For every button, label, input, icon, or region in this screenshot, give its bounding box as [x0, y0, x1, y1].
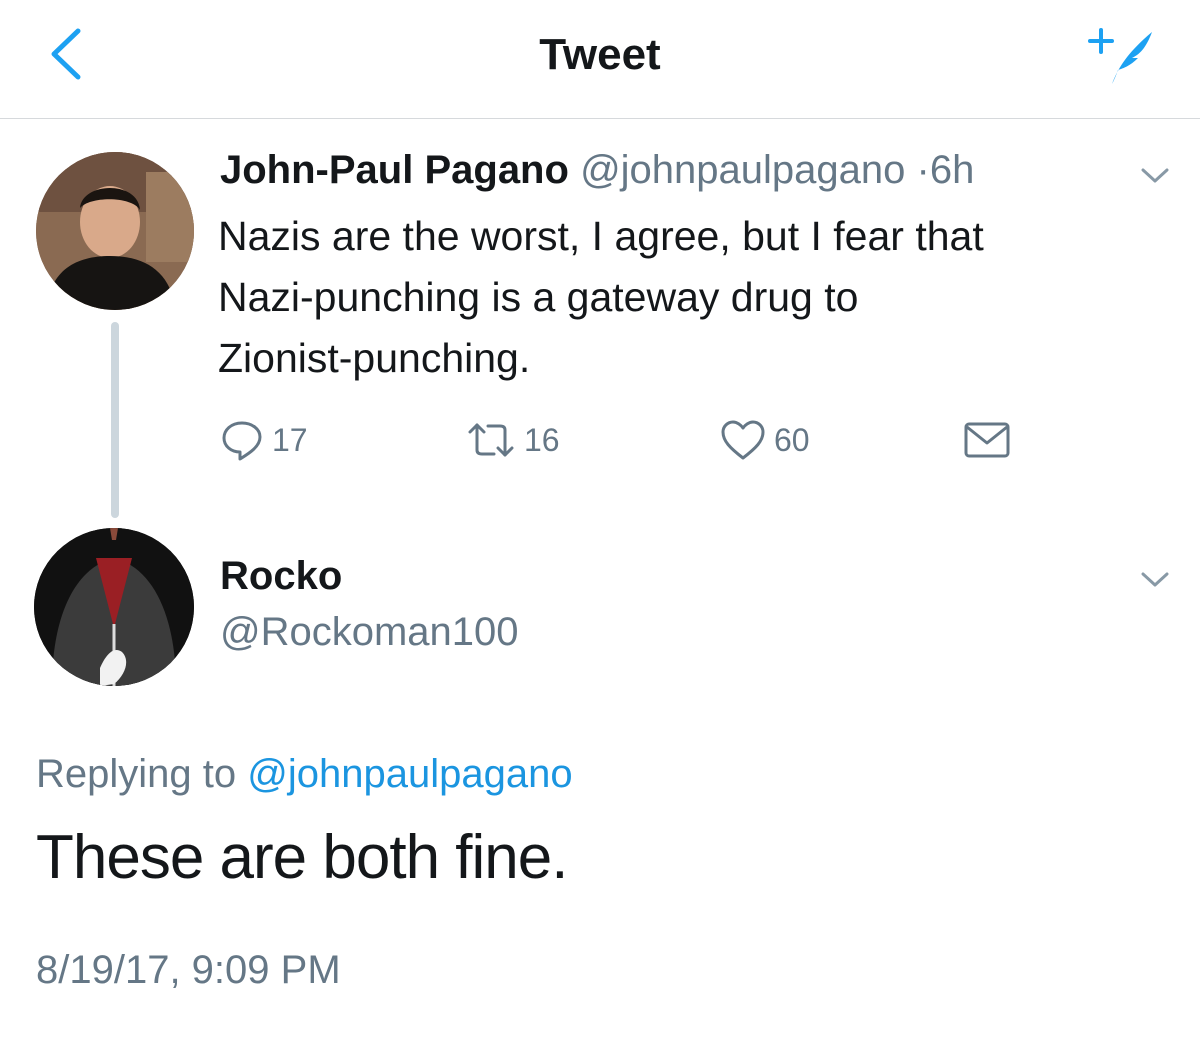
profile-photo: [34, 528, 194, 686]
retweet-button[interactable]: 16: [466, 416, 560, 464]
separator-dot: ·: [916, 148, 930, 192]
author-name[interactable]: John-Paul Pagano: [220, 148, 569, 192]
replying-to-line: Replying to @johnpaulpagano: [36, 752, 573, 797]
tweet-text-line: Zionist-punching.: [218, 335, 531, 381]
tweet-text-line: Nazis are the worst, I agree, but I fear…: [218, 213, 984, 259]
nav-bar: Tweet: [0, 0, 1200, 119]
like-count: 60: [774, 421, 810, 458]
replying-to-mention-link[interactable]: @johnpaulpagano: [247, 752, 572, 796]
avatar-john-paul-pagano[interactable]: [36, 152, 194, 310]
tweet-text: Nazis are the worst, I agree, but I fear…: [218, 206, 1178, 389]
tweet-timestamp: 8/19/17, 9:09 PM: [36, 948, 341, 992]
profile-photo: [36, 152, 194, 310]
tweet-text-line: Nazi-punching is a gateway drug to: [218, 274, 859, 320]
chevron-down-icon: [1141, 572, 1169, 587]
direct-message-button[interactable]: [962, 416, 1012, 464]
tweet-actions: 17 16 60: [0, 416, 1200, 466]
envelope-icon: [964, 422, 1010, 458]
tweet-header: John-Paul Pagano @johnpaulpagano ·6h: [220, 148, 974, 193]
reply-options-button[interactable]: [1140, 570, 1170, 590]
chevron-down-icon: [1141, 168, 1169, 183]
tweet-time-ago: 6h: [929, 148, 975, 192]
compose-button[interactable]: [1088, 24, 1158, 90]
heart-icon: [721, 420, 765, 460]
retweet-count: 16: [524, 421, 560, 458]
reply-tweet-text: These are both fine.: [36, 823, 568, 892]
reply-count: 17: [272, 421, 308, 458]
replying-to-label: Replying to: [36, 752, 237, 796]
avatar-rocko[interactable]: [34, 528, 194, 686]
like-button[interactable]: 60: [720, 416, 810, 464]
page-title: Tweet: [539, 30, 661, 79]
reply-icon: [222, 421, 262, 461]
reply-author-handle[interactable]: @Rockoman100: [220, 610, 519, 655]
compose-tweet-icon: [1088, 28, 1152, 84]
reply-button[interactable]: 17: [220, 416, 308, 464]
tweet-options-button[interactable]: [1140, 166, 1170, 186]
retweet-icon: [468, 423, 514, 457]
reply-author-name[interactable]: Rocko: [220, 554, 342, 599]
author-handle[interactable]: @johnpaulpagano: [580, 148, 905, 192]
